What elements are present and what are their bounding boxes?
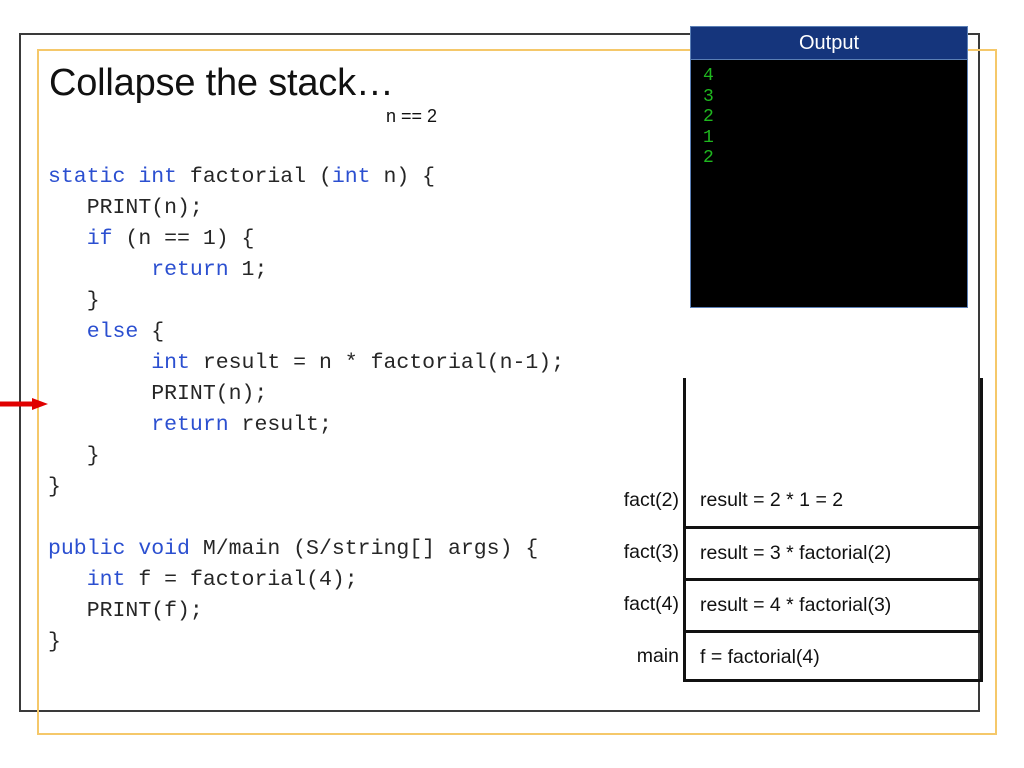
code-line: }	[48, 289, 100, 313]
slide-canvas: Collapse the stack… n == 2 static int fa…	[0, 0, 1024, 768]
stack-frame-row: fact(2) result = 2 * 1 = 2	[605, 474, 983, 526]
code-text: PRINT(n);	[48, 381, 268, 406]
stack-frame-row: main f = factorial(4)	[605, 630, 983, 682]
stack-frame-row: fact(4) result = 4 * factorial(3)	[605, 578, 983, 630]
output-line: 2	[703, 107, 714, 127]
code-text: }	[48, 474, 61, 499]
code-line: PRINT(n);	[48, 196, 203, 220]
stack-frame-content: result = 3 * factorial(2)	[686, 526, 983, 578]
code-line: return result;	[48, 413, 332, 437]
stack-frame-content: f = factorial(4)	[686, 630, 983, 682]
code-keyword: return	[151, 412, 229, 437]
stack-frame-label	[605, 378, 679, 474]
code-line: }	[48, 630, 61, 654]
output-line: 3	[703, 86, 714, 107]
stack-frame-label: fact(2)	[623, 488, 679, 511]
code-keyword: if	[86, 226, 113, 251]
code-keyword: public void	[48, 536, 190, 561]
stack-frame-content: result = 4 * factorial(3)	[686, 578, 983, 630]
code-text: (n == 1) {	[112, 226, 255, 251]
code-line: if (n == 1) {	[48, 226, 255, 251]
variable-annotation: n == 2	[386, 106, 438, 126]
code-block: static int factorial (int n) { PRINT(n);…	[48, 162, 648, 658]
stack-frame-row: fact(3) result = 3 * factorial(2)	[605, 526, 983, 578]
code-line: static int factorial (int n) {	[48, 165, 435, 189]
stack-frame-content	[686, 378, 983, 474]
output-console-titlebar: Output	[691, 27, 967, 60]
code-keyword: int	[86, 567, 126, 592]
code-line: }	[48, 444, 100, 468]
output-line: 1	[703, 127, 714, 148]
code-text: }	[48, 443, 100, 468]
output-line: 2	[703, 148, 714, 168]
code-line: int result = n * factorial(n-1);	[48, 351, 564, 375]
code-text: f = factorial(4);	[125, 567, 358, 592]
execution-arrow-icon	[0, 398, 48, 410]
stack-frame-label: main	[636, 644, 679, 667]
output-console-body: 43212	[691, 60, 967, 169]
page-title: Collapse the stack…	[49, 62, 394, 104]
stack-frame-label: fact(3)	[623, 540, 679, 563]
code-line: public void M/main (S/string[] args) {	[48, 537, 538, 561]
code-text: M/main (S/string[] args) {	[189, 536, 539, 561]
code-text: }	[48, 288, 100, 313]
code-line: int f = factorial(4);	[48, 568, 358, 592]
code-keyword: int	[331, 164, 371, 189]
code-text: }	[48, 629, 61, 654]
code-line: PRINT(n);	[48, 382, 267, 406]
code-text: factorial (	[177, 164, 332, 189]
code-keyword: static int	[48, 164, 178, 189]
code-keyword: int	[151, 350, 190, 375]
stack-frame-content: result = 2 * 1 = 2	[700, 488, 844, 511]
code-text: n) {	[370, 164, 436, 189]
code-text: PRINT(n);	[48, 195, 203, 220]
code-text: result = n * factorial(n-1);	[189, 350, 565, 375]
code-line: PRINT(f);	[48, 599, 203, 623]
code-line: else {	[48, 320, 164, 344]
call-stack-diagram: fact(2) result = 2 * 1 = 2 fact(3) result =…	[605, 378, 983, 682]
code-line: }	[48, 475, 61, 499]
stack-frame-row	[605, 378, 983, 474]
code-text: {	[138, 319, 165, 344]
code-line: return 1;	[48, 258, 267, 282]
output-console-window[interactable]: Output 43212	[690, 26, 968, 308]
code-keyword: return	[151, 257, 229, 282]
output-line: 4	[703, 66, 714, 86]
code-text: PRINT(f);	[48, 598, 203, 623]
code-keyword: else	[86, 319, 139, 344]
stack-frame-label: fact(4)	[623, 592, 679, 615]
code-text: result;	[228, 412, 332, 437]
code-text: 1;	[228, 257, 268, 282]
